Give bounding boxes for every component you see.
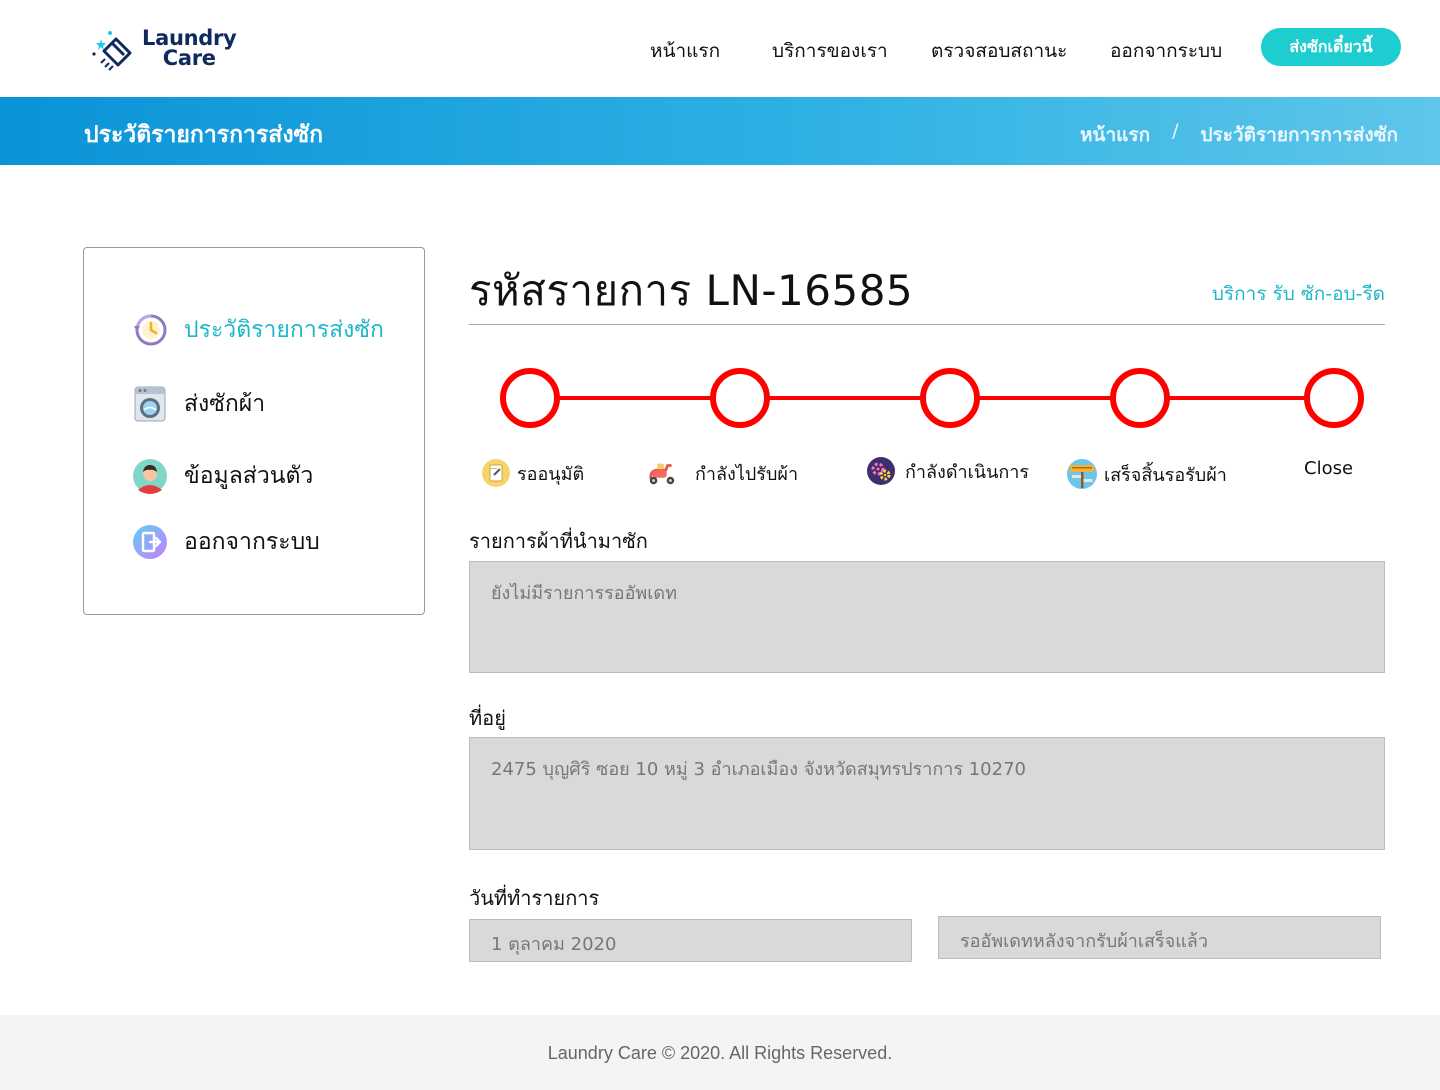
- nav-check-status[interactable]: ตรวจสอบสถานะ: [931, 36, 1067, 66]
- user-avatar-icon: [132, 458, 168, 494]
- step-circle-ready: [1110, 368, 1170, 428]
- sidebar-item-history[interactable]: ประวัติรายการส่งซัก: [132, 312, 384, 348]
- step-circle-pickup: [710, 368, 770, 428]
- sidebar-item-logout[interactable]: ออกจากระบบ: [132, 524, 320, 560]
- step-label-text: เสร็จสิ้นรอรับผ้า: [1104, 464, 1227, 486]
- logout-icon: [132, 524, 168, 560]
- site-footer: Laundry Care © 2020. All Rights Reserved…: [0, 1015, 1440, 1090]
- step-label-text: กำลังดำเนินการ: [905, 461, 1030, 483]
- sidebar-item-label: ส่งซักผ้า: [184, 391, 266, 417]
- step-pickup: กำลังไปรับผ้า: [647, 458, 798, 488]
- main-nav: หน้าแรก บริการของเรา ตรวจสอบสถานะ ออกจาก…: [0, 36, 1440, 64]
- date-field[interactable]: 1 ตุลาคม 2020: [469, 919, 912, 962]
- sidebar-item-profile[interactable]: ข้อมูลส่วนตัว: [132, 458, 313, 494]
- copyright-text: Laundry Care © 2020. All Rights Reserved…: [547, 1043, 893, 1063]
- step-processing: กำลังดำเนินการ: [866, 456, 1029, 486]
- page-title: ประวัติรายการการส่งซัก: [84, 122, 324, 148]
- order-id-title: รหัสรายการ LN-16585: [469, 266, 914, 315]
- address-field[interactable]: 2475 บุญศิริ ซอย 10 หมู่ 3 อำเภอเมือง จั…: [469, 737, 1385, 850]
- sidebar-item-send-laundry[interactable]: ส่งซักผ้า: [132, 386, 265, 422]
- sidebar-item-label: ข้อมูลส่วนตัว: [184, 463, 314, 489]
- step-circle-pending: [500, 368, 560, 428]
- nav-services[interactable]: บริการของเรา: [772, 36, 888, 66]
- breadcrumb: หน้าแรก / ประวัติรายการการส่งซัก: [1080, 120, 1398, 150]
- page-banner: ประวัติรายการการส่งซัก หน้าแรก / ประวัติ…: [0, 97, 1440, 165]
- sidebar-item-label: ประวัติรายการส่งซัก: [184, 317, 384, 343]
- status-field[interactable]: รออัพเดทหลังจากรับผ้าเสร็จแล้ว: [938, 916, 1381, 959]
- step-label-text: กำลังไปรับผ้า: [695, 463, 799, 485]
- breadcrumb-separator: /: [1172, 120, 1179, 142]
- date-label: วันที่ทำรายการ: [469, 886, 600, 910]
- items-field[interactable]: ยังไม่มีรายการรออัพเดท: [469, 561, 1385, 673]
- account-sidebar: ประวัติรายการส่งซัก ส่งซักผ้า ข้อมูลส่วน…: [83, 247, 425, 615]
- step-label-text: Close: [1304, 458, 1354, 479]
- nav-home[interactable]: หน้าแรก: [650, 36, 720, 66]
- title-divider: [469, 324, 1385, 325]
- history-icon: [132, 312, 168, 348]
- breadcrumb-home[interactable]: หน้าแรก: [1080, 120, 1150, 150]
- document-icon: [481, 458, 511, 488]
- status-tracker: [469, 365, 1385, 435]
- step-circle-processing: [920, 368, 980, 428]
- breadcrumb-current: ประวัติรายการการส่งซัก: [1200, 124, 1398, 146]
- nav-logout[interactable]: ออกจากระบบ: [1110, 36, 1222, 66]
- success-sign-icon: [1066, 458, 1098, 490]
- send-laundry-now-button[interactable]: ส่งซักเดี๋ยวนี้: [1261, 28, 1401, 66]
- address-label: ที่อยู่: [469, 706, 506, 730]
- scooter-icon: [647, 458, 677, 488]
- washing-machine-icon: [132, 386, 168, 422]
- site-header: Laundry Care หน้าแรก บริการของเรา ตรวจสอ…: [0, 0, 1440, 97]
- items-label: รายการผ้าที่นำมาซัก: [469, 529, 648, 553]
- step-ready: เสร็จสิ้นรอรับผ้า: [1066, 458, 1227, 490]
- step-label-text: รออนุมัติ: [517, 463, 585, 485]
- sidebar-item-label: ออกจากระบบ: [184, 529, 320, 555]
- step-pending: รออนุมัติ: [481, 458, 584, 488]
- gears-icon: [866, 456, 896, 486]
- service-type: บริการ รับ ซัก-อบ-รีด: [1211, 283, 1385, 305]
- step-circle-close: [1304, 368, 1364, 428]
- step-close: Close: [1304, 458, 1353, 479]
